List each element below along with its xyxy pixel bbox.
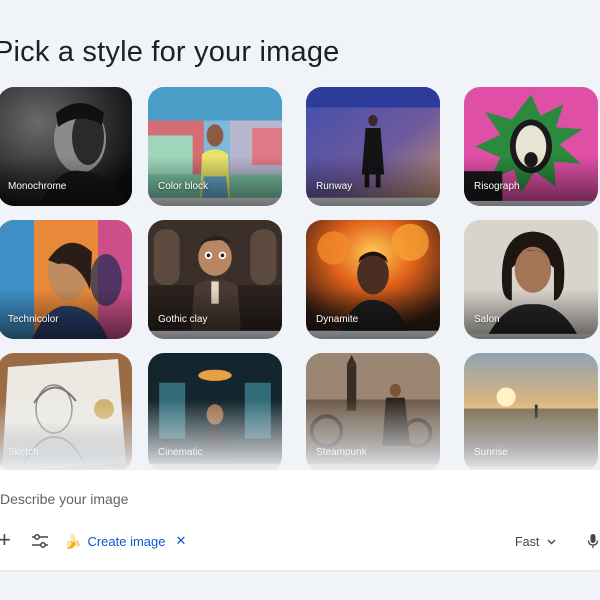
style-tile-steampunk[interactable]: Steampunk — [306, 353, 440, 472]
mode-label: Fast — [515, 535, 540, 549]
style-label: Gothic clay — [158, 314, 208, 325]
tune-icon[interactable] — [31, 533, 49, 549]
style-tile-gothic-clay[interactable]: Gothic clay — [148, 220, 282, 339]
style-label: Color block — [158, 181, 209, 192]
style-tile-color-block[interactable]: Color block — [148, 87, 282, 206]
prompt-input[interactable] — [0, 488, 562, 510]
style-tile-runway[interactable]: Runway — [306, 87, 440, 206]
page-title: Pick a style for your image — [0, 36, 340, 68]
mode-selector[interactable]: Fast — [515, 533, 556, 551]
style-label: Technicolor — [8, 314, 59, 325]
microphone-icon[interactable] — [587, 533, 599, 549]
style-tile-technicolor[interactable]: Technicolor — [0, 220, 132, 339]
plus-icon[interactable]: + — [0, 529, 12, 551]
style-tile-risograph[interactable]: Risograph — [464, 87, 598, 206]
style-label: Steampunk — [316, 447, 367, 458]
chip-label: Create image — [87, 533, 166, 549]
style-tile-sunrise[interactable]: Sunrise — [464, 353, 598, 472]
style-label: Dynamite — [316, 314, 359, 325]
prompt-composer — [0, 470, 600, 570]
style-label: Sunrise — [474, 447, 508, 458]
style-label: Salon — [474, 314, 500, 325]
style-tile-sketch[interactable]: Sketch — [0, 353, 132, 472]
style-tile-dynamite[interactable]: Dynamite — [306, 220, 440, 339]
style-label: Sketch — [8, 447, 39, 458]
style-tile-monochrome[interactable]: Monochrome — [0, 87, 132, 206]
create-image-chip[interactable]: 🍌 Create image ✕ — [64, 531, 186, 551]
style-tile-cinematic[interactable]: Cinematic — [148, 353, 282, 472]
style-label: Runway — [316, 181, 353, 192]
style-tile-salon[interactable]: Salon — [464, 220, 598, 339]
banana-icon: 🍌 — [64, 532, 82, 549]
chevron-down-icon — [547, 539, 556, 545]
close-icon[interactable]: ✕ — [175, 533, 186, 549]
style-label: Cinematic — [158, 447, 203, 458]
style-label: Monochrome — [8, 181, 67, 192]
style-label: Risograph — [474, 181, 520, 192]
